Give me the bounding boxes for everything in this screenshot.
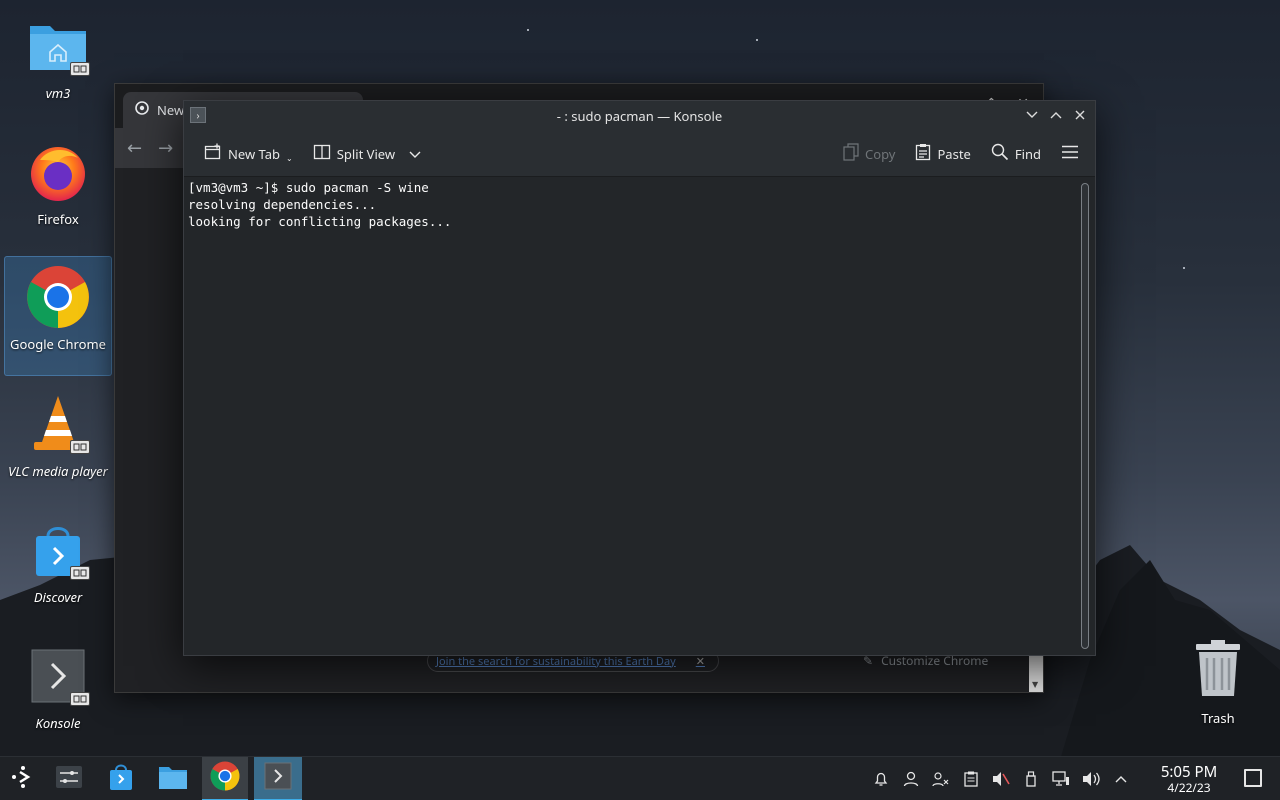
usb-device-icon[interactable] <box>1022 770 1040 788</box>
new-tab-dropdown-icon: ⌄ <box>286 153 293 164</box>
application-launcher-button[interactable] <box>0 757 46 800</box>
firefox-icon <box>26 140 90 204</box>
terminal-line: [vm3@vm3 ~]$ sudo pacman -S wine <box>188 180 429 195</box>
desktop-icon-label: Konsole <box>35 714 81 732</box>
split-view-dropdown-icon[interactable] <box>409 145 421 163</box>
link-badge-icon <box>70 62 90 76</box>
konsole-titlebar[interactable]: › - : sudo pacman — Konsole <box>184 101 1095 131</box>
hamburger-menu-icon <box>1061 145 1079 163</box>
split-view-button[interactable]: Split View <box>309 139 425 169</box>
desktop-icon-label: VLC media player <box>8 462 108 480</box>
find-button[interactable]: Find <box>987 139 1045 169</box>
desktop-icon-label: Discover <box>33 588 83 606</box>
copy-label: Copy <box>864 145 896 163</box>
notifications-bell-icon[interactable] <box>872 770 890 788</box>
desktop-icon-firefox[interactable]: Firefox <box>4 132 112 252</box>
folder-icon <box>158 764 188 795</box>
user-account-icon[interactable] <box>902 770 920 788</box>
taskbar-konsole[interactable] <box>254 757 302 800</box>
paste-label: Paste <box>937 145 971 163</box>
home-folder-icon <box>26 14 90 78</box>
new-tab-label: New Tab <box>228 144 281 163</box>
new-tab-icon <box>204 143 222 165</box>
terminal-output[interactable]: [vm3@vm3 ~]$ sudo pacman -S wine resolvin… <box>184 177 1095 655</box>
clipboard-icon[interactable] <box>962 770 980 788</box>
chrome-tab-title: New <box>157 101 185 119</box>
chrome-tab-favicon-icon <box>135 101 149 119</box>
settings-sliders-icon <box>55 765 83 794</box>
desktop-icon-vlc[interactable]: VLC media player <box>4 384 112 504</box>
discover-bag-icon <box>26 518 90 582</box>
desktop-icon-vm3[interactable]: vm3 <box>4 6 112 126</box>
copy-icon <box>843 143 859 165</box>
kde-connect-icon[interactable] <box>932 770 950 788</box>
find-label: Find <box>1014 145 1041 163</box>
taskbar-system-settings[interactable] <box>46 757 92 800</box>
discover-bag-icon <box>108 763 134 796</box>
digital-clock[interactable]: 5:05 PM 4/22/23 <box>1150 763 1228 795</box>
chrome-icon <box>210 760 240 796</box>
konsole-icon <box>264 762 292 795</box>
konsole-toolbar: New Tab ⌄ Split View Copy Paste Find <box>184 131 1095 177</box>
window-title: - : sudo pacman — Konsole <box>556 107 723 125</box>
split-view-icon <box>313 143 331 165</box>
tray-expand-icon[interactable] <box>1112 770 1130 788</box>
desktop-icon-trash[interactable]: Trash <box>1180 640 1256 730</box>
desktop-icon-konsole[interactable]: Konsole <box>4 636 112 756</box>
terminal-line: looking for conflicting packages... <box>188 214 452 229</box>
desktop-icon-google-chrome[interactable]: Google Chrome <box>4 256 112 376</box>
terminal-scrollbar[interactable] <box>1081 183 1089 649</box>
vlc-cone-icon <box>26 392 90 456</box>
trash-icon <box>1193 640 1243 703</box>
taskbar-file-manager[interactable] <box>150 757 196 800</box>
konsole-window[interactable]: › - : sudo pacman — Konsole New Tab ⌄ Sp… <box>183 100 1096 656</box>
link-badge-icon <box>70 566 90 580</box>
close-icon[interactable] <box>1073 107 1087 123</box>
volume-icon[interactable] <box>1082 770 1100 788</box>
link-badge-icon <box>70 692 90 706</box>
desktop-icon-label: Google Chrome <box>10 335 106 353</box>
chrome-icon <box>26 265 90 329</box>
audio-muted-icon[interactable] <box>992 770 1010 788</box>
back-arrow-icon[interactable]: ← <box>127 136 142 160</box>
split-view-label: Split View <box>336 144 396 163</box>
chrome-scrollbar[interactable]: ▼ <box>1029 652 1043 692</box>
maximize-icon[interactable] <box>1049 107 1063 123</box>
link-badge-icon <box>70 440 90 454</box>
taskbar-google-chrome[interactable] <box>202 757 248 800</box>
network-wired-icon[interactable] <box>1052 770 1070 788</box>
desktop-icon-discover[interactable]: Discover <box>4 510 112 630</box>
desktop-icon-label: vm3 <box>45 84 71 102</box>
paste-button[interactable]: Paste <box>911 139 974 169</box>
paste-icon <box>915 143 931 165</box>
terminal-line: resolving dependencies... <box>188 197 377 212</box>
clock-date: 4/22/23 <box>1167 779 1211 796</box>
taskbar: 5:05 PM 4/22/23 <box>0 756 1280 800</box>
minimize-icon[interactable] <box>1025 107 1039 123</box>
scroll-down-icon[interactable]: ▼ <box>1032 679 1038 690</box>
trash-label: Trash <box>1201 709 1235 727</box>
search-icon <box>991 143 1009 165</box>
konsole-app-icon[interactable]: › <box>190 107 206 123</box>
taskbar-discover[interactable] <box>98 757 144 800</box>
desktop-icon-label: Firefox <box>37 210 79 228</box>
copy-button[interactable]: Copy <box>839 139 899 169</box>
forward-arrow-icon[interactable]: → <box>158 136 173 160</box>
system-tray <box>872 757 1130 800</box>
konsole-icon <box>26 644 90 708</box>
steamdeck-launcher-icon <box>10 764 36 795</box>
konsole-window-controls <box>1025 107 1087 123</box>
hamburger-menu-button[interactable] <box>1057 139 1083 169</box>
show-desktop-button[interactable] <box>1244 769 1262 787</box>
new-tab-button[interactable]: New Tab ⌄ <box>200 139 297 169</box>
